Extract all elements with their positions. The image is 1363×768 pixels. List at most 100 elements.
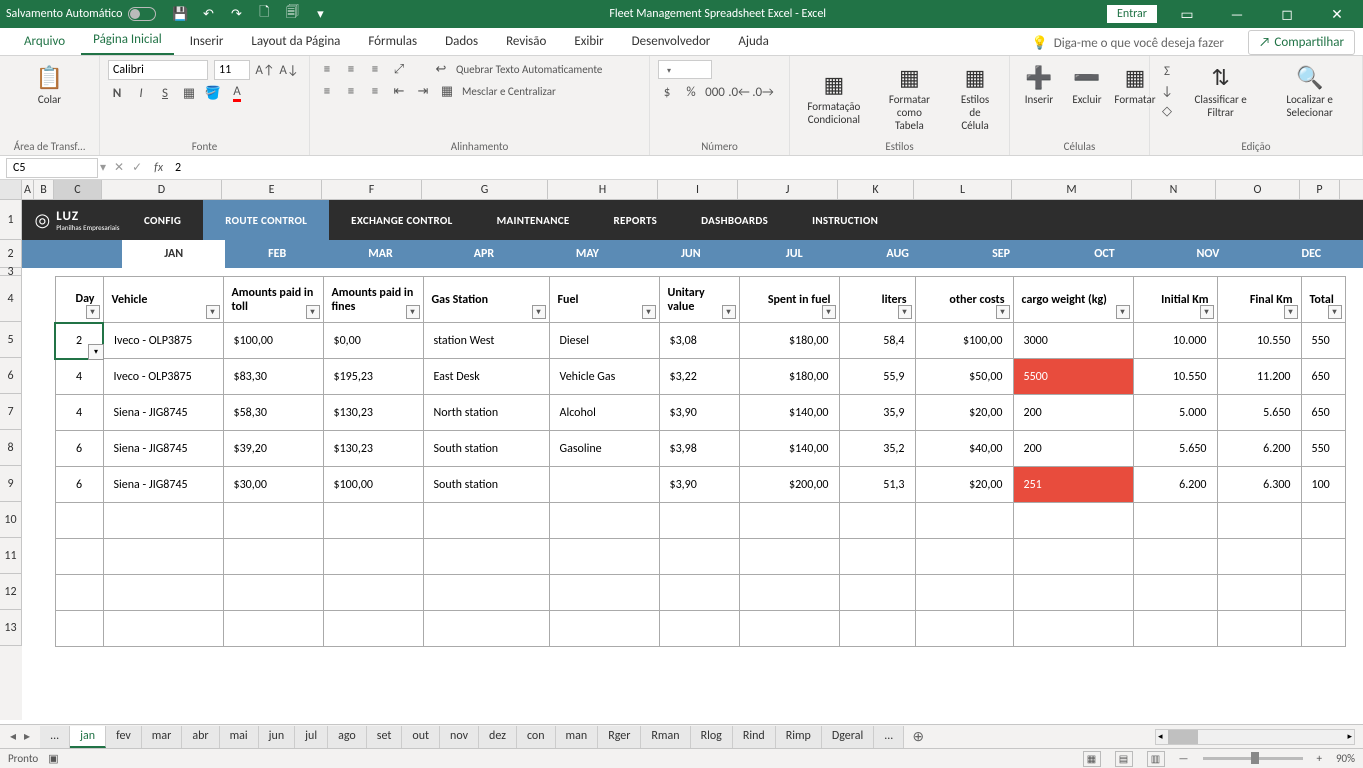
empty-cell[interactable] — [423, 503, 549, 539]
cell-vehicle[interactable]: Siena - JIG8745 — [103, 431, 223, 467]
underline-icon[interactable]: S — [156, 84, 174, 102]
delete-cells-button[interactable]: ➖Excluir — [1066, 60, 1108, 110]
sheet-tab-fev[interactable]: fev — [106, 726, 142, 748]
sheet-tab-jan[interactable]: jan — [70, 726, 106, 748]
page-layout-view-icon[interactable]: ▤ — [1115, 751, 1133, 767]
sheet-tab-set[interactable]: set — [367, 726, 403, 748]
sheet-nav-prev-icon[interactable]: ▸ — [22, 729, 32, 744]
row-header-12[interactable]: 12 — [0, 574, 22, 610]
cell-toll[interactable]: $58,30 — [223, 395, 323, 431]
cell-toll[interactable]: $100,00 — [223, 323, 323, 359]
qat-dropdown-icon[interactable]: ▾ — [312, 6, 328, 22]
month-tab-apr[interactable]: APR — [432, 240, 535, 268]
close-icon[interactable]: ✕ — [1317, 6, 1357, 23]
cancel-formula-icon[interactable]: ✕ — [114, 160, 124, 175]
cell-toll[interactable]: $83,30 — [223, 359, 323, 395]
cell-day[interactable]: 2▾ — [55, 323, 103, 359]
sheet-tab-jul[interactable]: jul — [295, 726, 328, 748]
percent-icon[interactable]: % — [682, 83, 700, 101]
qat-icon-2[interactable]: 🗐 — [284, 6, 300, 22]
sheet-nav-first-icon[interactable]: ◂ — [8, 729, 18, 744]
row-header-9[interactable]: 9 — [0, 466, 22, 502]
header-ikm[interactable]: Initial Km▾ — [1133, 277, 1217, 323]
filter-icon[interactable]: ▾ — [1200, 305, 1214, 319]
header-total[interactable]: Total▾ — [1301, 277, 1345, 323]
autosave-toggle[interactable]: Salvamento Automático — [6, 7, 156, 21]
cell-vehicle[interactable]: Iveco - OLP3875 — [103, 323, 223, 359]
row-header-10[interactable]: 10 — [0, 502, 22, 538]
sheet-tab-...[interactable]: ... — [40, 726, 70, 748]
column-header-C[interactable]: C — [54, 180, 102, 199]
cell-dropdown-icon[interactable]: ▾ — [88, 344, 104, 360]
empty-cell[interactable] — [1133, 575, 1217, 611]
italic-icon[interactable]: I — [132, 84, 150, 102]
empty-cell[interactable] — [1133, 611, 1217, 647]
increase-font-icon[interactable]: A↑ — [256, 61, 274, 79]
cell-toll[interactable]: $30,00 — [223, 467, 323, 503]
empty-cell[interactable] — [1301, 575, 1345, 611]
cell-total[interactable]: 650 — [1301, 359, 1345, 395]
month-tab-nov[interactable]: NOV — [1156, 240, 1259, 268]
filter-icon[interactable]: ▾ — [996, 305, 1010, 319]
cell-cargo[interactable]: 5500 — [1013, 359, 1133, 395]
cell-liters[interactable]: 58,4 — [839, 323, 915, 359]
autosum-icon[interactable]: Σ — [1158, 63, 1176, 81]
cell-ikm[interactable]: 5.000 — [1133, 395, 1217, 431]
align-center-icon[interactable]: ≡ — [342, 82, 360, 100]
cell-ikm[interactable]: 6.200 — [1133, 467, 1217, 503]
cell-other[interactable]: $40,00 — [915, 431, 1013, 467]
menu-inserir[interactable]: Inserir — [178, 30, 236, 55]
cell-day[interactable]: 4 — [55, 395, 103, 431]
cell-other[interactable]: $20,00 — [915, 395, 1013, 431]
empty-cell[interactable] — [659, 539, 739, 575]
empty-cell[interactable] — [223, 611, 323, 647]
sheet-tab-con[interactable]: con — [517, 726, 556, 748]
merge-icon[interactable]: ▦ — [438, 82, 456, 100]
empty-cell[interactable] — [1013, 539, 1133, 575]
cell-toll[interactable]: $39,20 — [223, 431, 323, 467]
zoom-in-icon[interactable]: + — [1317, 752, 1322, 765]
page-break-view-icon[interactable]: ▥ — [1147, 751, 1165, 767]
nav-maintenance[interactable]: MAINTENANCE — [475, 200, 592, 240]
filter-icon[interactable]: ▾ — [406, 305, 420, 319]
wrap-text-label[interactable]: Quebrar Texto Automaticamente — [456, 63, 602, 76]
align-left-icon[interactable]: ≡ — [318, 82, 336, 100]
empty-cell[interactable] — [103, 575, 223, 611]
row-header-6[interactable]: 6 — [0, 358, 22, 394]
month-tab-jun[interactable]: JUN — [639, 240, 742, 268]
cell-gas[interactable]: South station — [423, 431, 549, 467]
find-select-button[interactable]: 🔍Localizar e Selecionar — [1265, 60, 1354, 123]
header-vehicle[interactable]: Vehicle▾ — [103, 277, 223, 323]
menu-arquivo[interactable]: Arquivo — [12, 30, 77, 55]
cell-fkm[interactable]: 11.200 — [1217, 359, 1301, 395]
empty-cell[interactable] — [103, 539, 223, 575]
cell-spent[interactable]: $180,00 — [739, 359, 839, 395]
row-header-5[interactable]: 5 — [0, 322, 22, 358]
empty-cell[interactable] — [1217, 611, 1301, 647]
sort-filter-button[interactable]: ⇅Classificar e Filtrar — [1182, 60, 1259, 123]
header-fkm[interactable]: Final Km▾ — [1217, 277, 1301, 323]
column-header-P[interactable]: P — [1300, 180, 1340, 199]
enter-formula-icon[interactable]: ✓ — [132, 160, 142, 175]
zoom-level[interactable]: 90% — [1336, 752, 1355, 765]
sheet-tab-ago[interactable]: ago — [328, 726, 367, 748]
empty-cell[interactable] — [839, 539, 915, 575]
paste-button[interactable]: 📋 Colar — [8, 60, 91, 110]
font-color-icon[interactable]: A — [228, 84, 246, 102]
empty-cell[interactable] — [1301, 503, 1345, 539]
nav-config[interactable]: CONFIG — [122, 200, 203, 240]
month-tab-jan[interactable]: JAN — [122, 240, 225, 268]
empty-cell[interactable] — [1013, 611, 1133, 647]
empty-cell[interactable] — [549, 539, 659, 575]
empty-cell[interactable] — [223, 503, 323, 539]
column-header-D[interactable]: D — [102, 180, 222, 199]
cell-fines[interactable]: $130,23 — [323, 431, 423, 467]
empty-cell[interactable] — [915, 575, 1013, 611]
add-sheet-button[interactable]: ⊕ — [904, 728, 932, 745]
cell-day[interactable]: 6 — [55, 467, 103, 503]
align-right-icon[interactable]: ≡ — [366, 82, 384, 100]
minimize-icon[interactable]: — — [1217, 6, 1257, 23]
bold-icon[interactable]: N — [108, 84, 126, 102]
month-tab-mar[interactable]: MAR — [329, 240, 432, 268]
sheet-tab-nov[interactable]: nov — [440, 726, 479, 748]
